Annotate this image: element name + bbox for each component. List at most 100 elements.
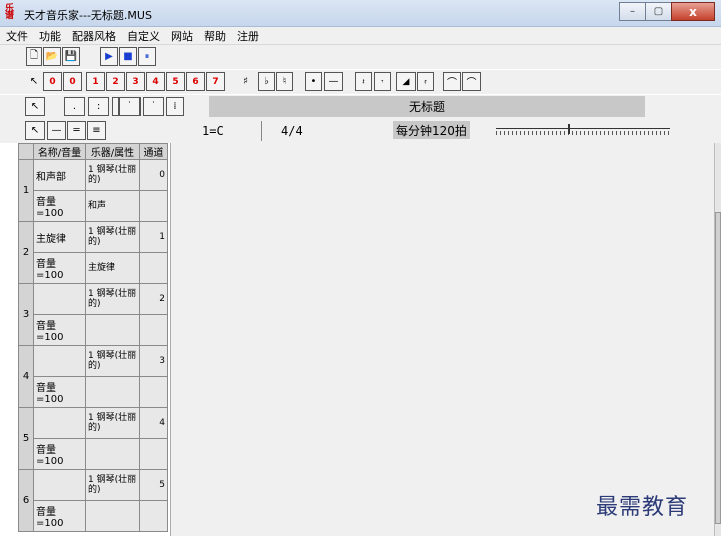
flat-icon[interactable]: ♭ [258,72,275,91]
track-5-property[interactable] [85,438,140,470]
track-2-num[interactable]: 2 [18,221,34,284]
track-1-channel[interactable]: 0 [139,159,168,191]
track-3-property[interactable] [85,314,140,346]
line-1-icon[interactable]: — [47,121,66,140]
accent-icon[interactable]: ◢ [396,72,416,91]
track-4-channel[interactable]: 3 [139,345,168,377]
rest-1-icon[interactable]: 𝄽 [355,72,372,91]
tempo-slider-track[interactable] [496,128,670,129]
high-dot-1b-button[interactable]: ˙ [119,97,140,116]
track-6-property[interactable] [85,500,140,532]
note-1-button[interactable]: 1 [86,72,105,91]
score-editor-panel[interactable] [170,143,714,536]
key-signature[interactable]: 1=C [202,119,224,143]
track-3-volume[interactable]: 音量=100 [33,314,86,346]
note-0-button[interactable]: 0 [43,72,62,91]
save-file-icon[interactable]: 💾 [62,47,80,66]
score-title-bar[interactable]: 无标题 [209,96,645,117]
header-instrument: 乐器/属性 [85,143,140,160]
note-7-button[interactable]: 7 [206,72,225,91]
line-2-icon[interactable]: ═ [67,121,86,140]
track-1-name[interactable]: 和声部 [33,159,86,191]
high-dot-1-button[interactable]: ˙ [143,97,164,116]
menu-custom[interactable]: 自定义 [127,28,160,44]
track-2-instrument[interactable]: 1 钢琴(壮丽的) [85,221,140,253]
track-5-num[interactable]: 5 [18,407,34,470]
app-icon: 乐谱 [5,4,15,21]
track-5-channel[interactable]: 4 [139,407,168,439]
stop-icon[interactable]: ■ [119,47,137,66]
track-1-num[interactable]: 1 [18,159,34,222]
track-2-channel[interactable]: 1 [139,221,168,253]
track-6-num[interactable]: 6 [18,469,34,532]
scrollbar-thumb[interactable] [715,212,721,524]
menu-function[interactable]: 功能 [39,28,61,44]
pointer-icon[interactable]: ↖ [26,72,42,91]
low-dot-2-button[interactable]: : [88,97,109,116]
track-1-blank [139,190,168,222]
track-4-name[interactable] [33,345,86,377]
track-3-instrument[interactable]: 1 钢琴(壮丽的) [85,283,140,315]
high-dot-3-button[interactable]: ⁞ [166,97,184,116]
rest-3-icon[interactable]: 𝄿 [417,72,434,91]
header-name: 名称/音量 [33,143,86,160]
track-6-instrument[interactable]: 1 钢琴(壮丽的) [85,469,140,501]
tempo-slider-ticks [496,131,670,135]
tempo-slider-thumb[interactable] [568,124,570,134]
track-2-property[interactable]: 主旋律 [85,252,140,284]
menu-register[interactable]: 注册 [237,28,259,44]
low-dot-1-button[interactable]: . [64,97,85,116]
header-channel: 通道 [139,143,168,160]
file-toolbar: 🗋 📂 💾 ▶ ■ ⏸ [0,45,721,69]
play-icon[interactable]: ▶ [100,47,118,66]
maximize-button[interactable]: ▢ [645,2,672,21]
menu-orchestration[interactable]: 配器风格 [72,28,116,44]
dot-icon[interactable]: • [305,72,322,91]
note-2-button[interactable]: 2 [106,72,125,91]
note-5-button[interactable]: 5 [166,72,185,91]
track-3-num[interactable]: 3 [18,283,34,346]
select-pointer-icon[interactable]: ↖ [25,97,45,116]
track-4-volume[interactable]: 音量=100 [33,376,86,408]
track-1-property[interactable]: 和声 [85,190,140,222]
track-4-blank [139,376,168,408]
tie-icon[interactable]: ⌒ [443,72,461,91]
track-1-instrument[interactable]: 1 钢琴(壮丽的) [85,159,140,191]
menu-file[interactable]: 文件 [6,28,28,44]
line-3-icon[interactable]: ≡ [87,121,106,140]
menu-help[interactable]: 帮助 [204,28,226,44]
select-pointer-icon-2[interactable]: ↖ [25,121,45,140]
menu-website[interactable]: 网站 [171,28,193,44]
track-3-name[interactable] [33,283,86,315]
tempo-label: 每分钟120拍 [393,121,470,139]
track-4-instrument[interactable]: 1 钢琴(壮丽的) [85,345,140,377]
note-3-button[interactable]: 3 [126,72,145,91]
time-signature[interactable]: 4/4 [281,119,303,143]
close-button[interactable]: x [671,2,715,21]
track-3-channel[interactable]: 2 [139,283,168,315]
note-0b-button[interactable]: 0 [63,72,82,91]
pause-icon[interactable]: ⏸ [138,47,156,66]
note-4-button[interactable]: 4 [146,72,165,91]
rest-2-icon[interactable]: 𝄾 [374,72,391,91]
note-6-button[interactable]: 6 [186,72,205,91]
track-2-volume[interactable]: 音量=100 [33,252,86,284]
open-file-icon[interactable]: 📂 [43,47,61,66]
natural-icon[interactable]: ♮ [276,72,293,91]
sharp-icon[interactable]: ♯ [236,72,255,91]
slur-icon[interactable]: ⌒ [462,72,481,91]
track-1-volume[interactable]: 音量=100 [33,190,86,222]
track-2-name[interactable]: 主旋律 [33,221,86,253]
track-4-num[interactable]: 4 [18,345,34,408]
track-5-instrument[interactable]: 1 钢琴(壮丽的) [85,407,140,439]
track-5-name[interactable] [33,407,86,439]
new-file-icon[interactable]: 🗋 [26,47,42,66]
dash-icon[interactable]: — [324,72,343,91]
track-4-property[interactable] [85,376,140,408]
track-2-blank [139,252,168,284]
track-6-volume[interactable]: 音量=100 [33,500,86,532]
track-6-channel[interactable]: 5 [139,469,168,501]
minimize-button[interactable]: – [619,2,646,21]
track-6-name[interactable] [33,469,86,501]
track-5-volume[interactable]: 音量=100 [33,438,86,470]
